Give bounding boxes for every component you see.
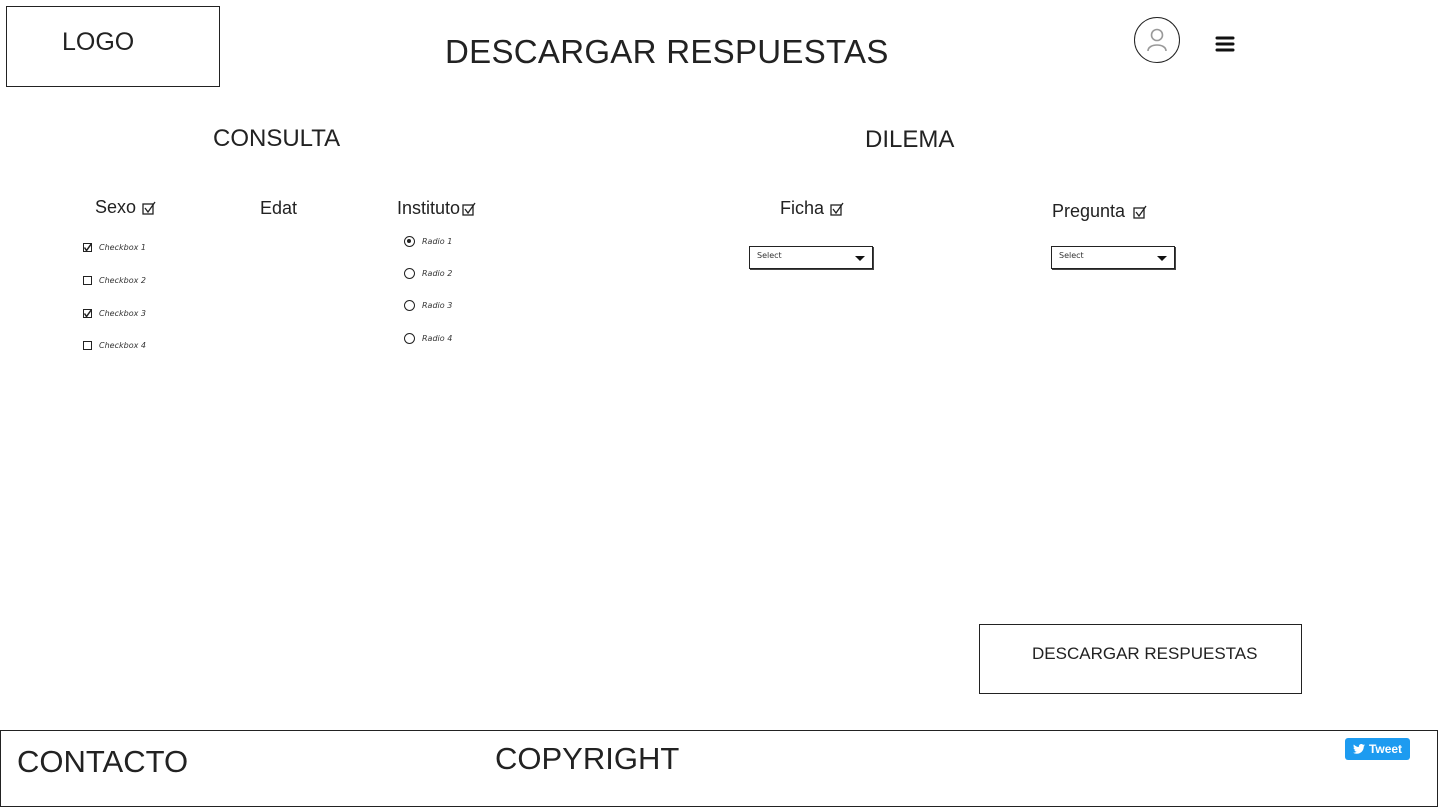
checkbox-checked-icon[interactable] xyxy=(830,202,844,216)
footer xyxy=(0,730,1438,807)
user-avatar-icon[interactable] xyxy=(1134,17,1180,63)
download-button-label: DESCARGAR RESPUESTAS xyxy=(1032,644,1258,663)
copyright-text: COPYRIGHT xyxy=(495,741,680,776)
download-responses-button[interactable]: DESCARGAR RESPUESTAS xyxy=(979,624,1302,694)
radio-unselected-icon[interactable] xyxy=(404,333,415,344)
sexo-option-3[interactable]: Checkbox 3 xyxy=(83,309,146,318)
dilema-section-title: DILEMA xyxy=(865,126,955,153)
checkbox-checked-icon[interactable] xyxy=(83,243,92,252)
sexo-option-1[interactable]: Checkbox 1 xyxy=(83,243,146,252)
pregunta-filter-label[interactable]: Pregunta xyxy=(1052,201,1147,222)
pregunta-label-text: Pregunta xyxy=(1052,201,1126,221)
ficha-select[interactable]: Select xyxy=(749,246,873,269)
logo: LOGO xyxy=(62,28,135,56)
pregunta-select-value: Select xyxy=(1059,251,1084,260)
checkbox-checked-icon[interactable] xyxy=(83,309,92,318)
ficha-label-text: Ficha xyxy=(780,198,825,218)
radio-selected-icon[interactable] xyxy=(404,236,415,247)
instituto-option-label: Radio 1 xyxy=(422,237,453,246)
checkbox-checked-icon[interactable] xyxy=(462,202,476,216)
checkbox-checked-icon[interactable] xyxy=(142,201,156,215)
tweet-label: Tweet xyxy=(1368,742,1403,756)
instituto-option-4[interactable]: Radio 4 xyxy=(404,333,452,344)
instituto-option-3[interactable]: Radio 3 xyxy=(404,300,452,311)
checkbox-unchecked-icon[interactable] xyxy=(83,341,92,350)
ficha-select-value: Select xyxy=(757,251,782,260)
twitter-bird-icon xyxy=(1352,744,1365,754)
chevron-down-icon xyxy=(1157,256,1167,261)
chevron-down-icon xyxy=(855,256,865,261)
checkbox-checked-icon[interactable] xyxy=(1133,205,1147,219)
sexo-option-label: Checkbox 3 xyxy=(99,309,146,318)
sexo-option-2[interactable]: Checkbox 2 xyxy=(83,276,146,285)
instituto-option-label: Radio 4 xyxy=(422,334,453,343)
instituto-option-label: Radio 2 xyxy=(422,269,453,278)
edat-label-text: Edat xyxy=(260,198,298,218)
page-title: DESCARGAR RESPUESTAS xyxy=(445,33,889,70)
sexo-filter-label[interactable]: Sexo xyxy=(95,197,156,218)
ficha-filter-label[interactable]: Ficha xyxy=(780,198,844,219)
instituto-option-1[interactable]: Radio 1 xyxy=(404,236,452,247)
radio-unselected-icon[interactable] xyxy=(404,268,415,279)
instituto-option-label: Radio 3 xyxy=(422,301,453,310)
edat-filter-label: Edat xyxy=(260,198,297,219)
checkbox-unchecked-icon[interactable] xyxy=(83,276,92,285)
sexo-option-label: Checkbox 1 xyxy=(99,243,146,252)
sexo-option-4[interactable]: Checkbox 4 xyxy=(83,341,146,350)
instituto-option-2[interactable]: Radio 2 xyxy=(404,268,452,279)
instituto-filter-label[interactable]: Instituto xyxy=(397,198,476,219)
instituto-label-text: Instituto xyxy=(397,198,461,218)
tweet-button[interactable]: Tweet xyxy=(1345,738,1410,760)
sexo-option-label: Checkbox 2 xyxy=(99,276,146,285)
radio-unselected-icon[interactable] xyxy=(404,300,415,311)
sexo-label-text: Sexo xyxy=(95,197,137,217)
contact-link[interactable]: CONTACTO xyxy=(17,744,188,780)
consulta-section-title: CONSULTA xyxy=(213,125,341,152)
sexo-option-label: Checkbox 4 xyxy=(99,341,146,350)
hamburger-menu-icon[interactable] xyxy=(1214,35,1236,53)
pregunta-select[interactable]: Select xyxy=(1051,246,1175,269)
